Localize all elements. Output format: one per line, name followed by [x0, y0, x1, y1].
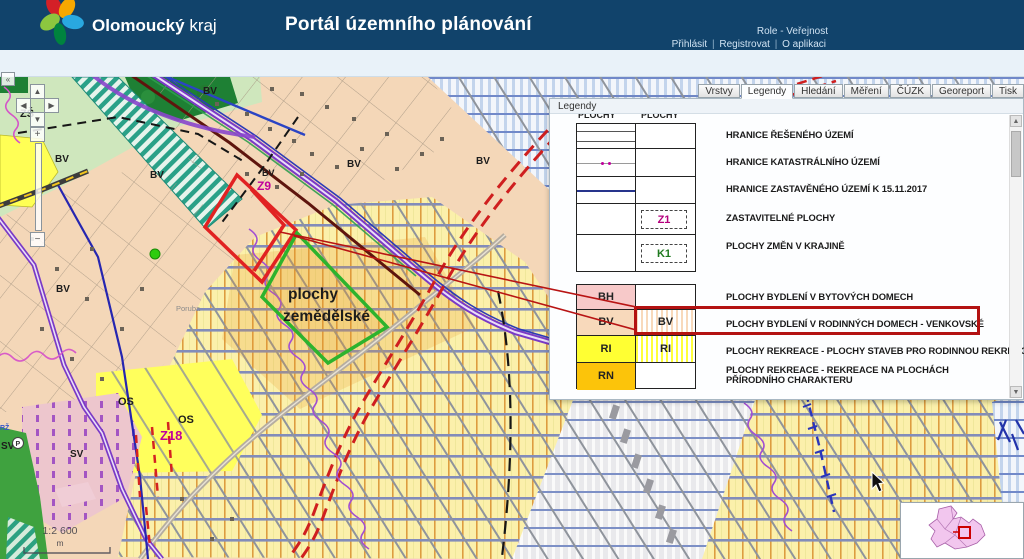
tab-vrstvy[interactable]: Vrstvy	[698, 84, 739, 98]
ri-color-cell: RI	[577, 336, 635, 362]
link-separator: |	[775, 39, 778, 50]
app-header: Olomoucký kraj Portál územního plánování…	[0, 0, 1024, 50]
map-label-bv: BV	[55, 154, 69, 165]
k1-symbol: K1	[641, 244, 687, 263]
legend-row: Z1	[577, 204, 695, 235]
app-window: ZŠ BV BV BV BV BV BV BV Z9 plochy zemědě…	[0, 0, 1024, 559]
map-label-rz: RŽ	[0, 423, 10, 432]
ri-striped-cell: RI	[636, 336, 695, 362]
zoom-slider[interactable]	[35, 143, 42, 231]
legend-scrollbar[interactable]: ▲ ▼	[1009, 115, 1022, 398]
map-toolbar-tabs: Vrstvy Legendy Hledání Měření ČÚZK Geore…	[698, 84, 1024, 99]
overview-minimap[interactable]	[900, 502, 1024, 559]
olomoucky-kraj-logo	[30, 0, 90, 50]
rn-color-cell: RN	[577, 363, 635, 390]
scrollbar-thumb[interactable]	[1011, 131, 1021, 177]
header-substrip	[0, 50, 1024, 77]
map-label-os: OS	[178, 414, 194, 426]
legend-area-table: BH BV BV RI RI RN	[576, 284, 696, 389]
map-label-z9: Z9	[257, 179, 271, 193]
legend-row	[577, 177, 695, 204]
minimap-region	[901, 503, 1023, 558]
pan-left-button[interactable]: ◀	[16, 98, 31, 113]
map-label-poruba: Poruba	[176, 304, 201, 313]
map-label-bv: BV	[347, 159, 361, 170]
tab-cuzk[interactable]: ČÚZK	[890, 84, 931, 98]
cadastre-line-symbol	[577, 163, 635, 164]
scale-text: 1:2 600	[42, 525, 77, 537]
tab-legendy[interactable]: Legendy	[741, 84, 793, 99]
map-label-zemedelske: zemědělské	[283, 308, 370, 325]
header-links: Přihlásit | Registrovat | O aplikaci	[670, 39, 828, 50]
legend-desc: ZASTAVITELNÉ PLOCHY	[726, 212, 1024, 223]
map-label-bv: BV	[262, 168, 275, 178]
map-label-bv: BV	[476, 156, 490, 167]
collapse-panel-button[interactable]: «	[1, 72, 15, 86]
tab-georeport[interactable]: Georeport	[932, 84, 991, 98]
legend-panel-title: Legendy	[550, 99, 1023, 114]
pan-right-button[interactable]: ▶	[44, 98, 59, 113]
map-label-sv: SV	[70, 449, 84, 460]
scale-unit: m	[56, 538, 63, 548]
register-link[interactable]: Registrovat	[719, 39, 770, 50]
legend-line-table: Z1 K1	[576, 123, 696, 272]
pan-up-button[interactable]: ▲	[30, 84, 45, 99]
scroll-down-icon[interactable]: ▼	[1010, 386, 1022, 398]
zoom-out-button[interactable]: −	[30, 232, 45, 247]
legend-desc: PLOCHY REKREACE - REKREACE NA PLOCHÁCH P…	[726, 365, 981, 385]
tab-tisk[interactable]: Tisk	[992, 84, 1024, 98]
map-label-plochy: plochy	[288, 286, 338, 303]
about-link[interactable]: O aplikaci	[782, 39, 826, 50]
legend-desc: PLOCHY ZMĚN V KRAJINĚ	[726, 240, 1024, 251]
zoom-in-button[interactable]: +	[30, 127, 45, 142]
legend-row	[577, 149, 695, 177]
link-separator: |	[712, 39, 715, 50]
legend-row-ri: RI RI	[577, 336, 695, 363]
legend-desc: PLOCHY BYDLENÍ V BYTOVÝCH DOMECH	[726, 291, 1024, 302]
map-label-bv: BV	[56, 284, 70, 295]
legend-row-rn: RN	[577, 363, 695, 390]
map-label-bv: BV	[203, 86, 217, 97]
legend-col-header-1: PLOCHY	[578, 114, 634, 122]
map-label-z18: Z18	[160, 428, 182, 443]
brand-name: Olomoucký kraj	[92, 16, 217, 36]
builtup-line-symbol	[577, 190, 635, 192]
legend-panel: Legendy PLOCHY PLOCHY Z1 K1	[549, 98, 1024, 400]
bv-row-highlight-box	[634, 306, 980, 335]
parking-icon-letter: P	[16, 441, 21, 448]
legend-desc: PLOCHY REKREACE - PLOCHY STAVEB PRO RODI…	[726, 345, 1024, 356]
legend-desc: HRANICE ŘEŠENÉHO ÚZEMÍ	[726, 129, 1024, 140]
scroll-up-icon[interactable]: ▲	[1010, 115, 1022, 127]
map-label-os: OS	[118, 396, 134, 408]
z1-symbol: Z1	[641, 210, 687, 229]
double-line-symbol	[577, 131, 635, 132]
map-label-bv: BV	[150, 170, 164, 181]
bv-color-cell: BV	[577, 310, 635, 335]
login-link[interactable]: Přihlásit	[672, 39, 708, 50]
tab-hledani[interactable]: Hledání	[794, 84, 842, 98]
legend-desc: HRANICE KATASTRÁLNÍHO ÚZEMÍ	[726, 156, 1024, 167]
legend-row: K1	[577, 235, 695, 273]
green-dot-marker	[150, 249, 160, 259]
page-title: Portál územního plánování	[285, 14, 535, 36]
role-label: Role - Veřejnost	[757, 26, 828, 37]
pan-down-button[interactable]: ▼	[30, 112, 45, 127]
bh-color-cell: BH	[577, 285, 635, 309]
legend-desc: HRANICE ZASTAVĚNÉHO ÚZEMÍ K 15.11.2017	[726, 183, 1024, 194]
tab-mereni[interactable]: Měření	[844, 84, 889, 98]
legend-col-header-2: PLOCHY	[641, 114, 687, 122]
legend-row	[577, 124, 695, 149]
